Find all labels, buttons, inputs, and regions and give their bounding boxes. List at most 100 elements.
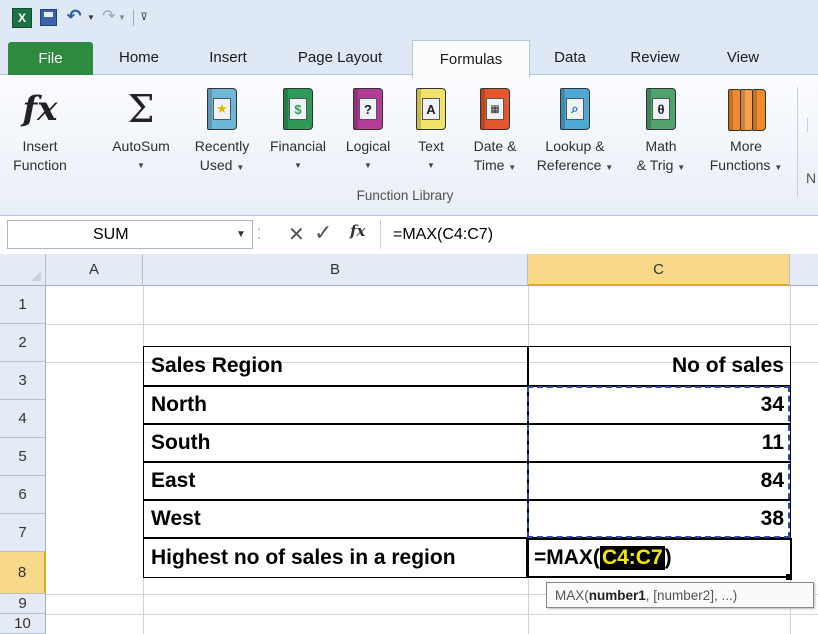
recently-used-button[interactable]: ★ Recently Used ▼	[186, 75, 258, 177]
undo-dropdown-icon[interactable]: ▼	[86, 10, 96, 24]
group-separator	[797, 87, 798, 197]
column-header-a[interactable]: A	[46, 254, 143, 286]
magnifier-book-icon: ⌕	[555, 81, 595, 137]
fx-icon: fx	[22, 89, 58, 129]
tab-insert[interactable]: Insert	[188, 40, 268, 74]
select-all-button[interactable]	[0, 254, 46, 286]
button-label: Used ▼	[199, 157, 245, 173]
insert-function-icon[interactable]: fx	[350, 222, 365, 240]
cell-b8[interactable]: Highest no of sales in a region	[143, 538, 528, 578]
row-header-8[interactable]: 8	[0, 552, 46, 594]
customize-toolbar-icon[interactable]: ⊽	[138, 10, 150, 24]
books-icon	[726, 81, 766, 137]
gridline	[46, 324, 818, 325]
tab-page-layout[interactable]: Page Layout	[280, 40, 400, 74]
reference-range-highlight	[527, 386, 790, 538]
cancel-icon[interactable]: ✕	[288, 222, 305, 247]
tooltip-rest: , [number2], ...)	[645, 587, 738, 603]
redo-icon[interactable]: ↷	[100, 4, 118, 28]
name-box-value: SUM	[93, 225, 129, 243]
tab-formulas[interactable]: Formulas	[412, 40, 530, 78]
function-argument-tooltip: MAX(number1, [number2], ...)	[546, 582, 814, 608]
gridline	[46, 614, 818, 615]
row-header-10[interactable]: 10	[0, 614, 46, 634]
date-time-button[interactable]: ▦ Date & Time ▼	[464, 75, 526, 177]
active-cell-outline	[526, 538, 792, 578]
button-label: Recently	[194, 138, 250, 154]
tab-view[interactable]: View	[708, 40, 778, 74]
cell-b6[interactable]: East	[143, 462, 528, 499]
button-label: Function	[13, 157, 67, 173]
financial-book-icon: $	[278, 81, 318, 137]
row-header-5[interactable]: 5	[0, 438, 46, 476]
formula-input[interactable]: =MAX(C4:C7)	[380, 220, 814, 249]
logical-button[interactable]: ? Logical ▼	[338, 75, 398, 175]
column-header-d[interactable]	[790, 254, 818, 286]
cell-c3[interactable]: No of sales	[528, 347, 790, 385]
button-label: Logical	[345, 138, 391, 154]
insert-function-button[interactable]: fx Insert Function	[10, 75, 70, 175]
formula-bar: SUM ▼ ⁚ ✕ ✓ fx =MAX(C4:C7)	[0, 216, 818, 255]
row-header-6[interactable]: 6	[0, 476, 46, 514]
formulas-ribbon: fx Insert Function Σ AutoSum ▼ ★ Recentl…	[0, 75, 818, 216]
undo-icon[interactable]: ↶	[62, 4, 86, 28]
question-book-icon: ?	[348, 81, 388, 137]
cell-b5[interactable]: South	[143, 424, 528, 461]
chevron-down-icon: ▼	[294, 161, 302, 170]
cell-b4[interactable]: North	[143, 386, 528, 423]
chevron-down-icon: ▼	[137, 161, 145, 170]
row-header-4[interactable]: 4	[0, 400, 46, 438]
button-label: Lookup &	[545, 138, 605, 154]
button-label: Math	[645, 138, 677, 154]
button-label: AutoSum	[112, 138, 170, 154]
button-label: Functions ▼	[709, 157, 783, 173]
formula-bar-grip-icon[interactable]: ⁚	[257, 226, 265, 244]
toolbar-separator	[133, 10, 134, 26]
sigma-icon: Σ	[127, 87, 155, 131]
math-trig-button[interactable]: θ Math & Trig ▼	[626, 75, 696, 177]
next-group-label: N	[806, 170, 817, 186]
financial-button[interactable]: $ Financial ▼	[260, 75, 336, 175]
autosum-button[interactable]: Σ AutoSum ▼	[104, 75, 178, 175]
row-header-1[interactable]: 1	[0, 286, 46, 324]
quick-access-toolbar: X ↶ ▼ ↷ ▼ ⊽	[0, 0, 818, 38]
row-header-3[interactable]: 3	[0, 362, 46, 400]
lookup-reference-button[interactable]: ⌕ Lookup & Reference ▼	[528, 75, 622, 177]
save-icon[interactable]	[40, 9, 57, 26]
redo-dropdown-icon[interactable]: ▼	[117, 10, 127, 24]
button-label: Insert	[22, 138, 58, 154]
theta-book-icon: θ	[641, 81, 681, 137]
excel-logo-icon[interactable]: X	[12, 8, 32, 28]
button-label: Time ▼	[473, 157, 517, 173]
enter-check-icon[interactable]: ✓	[314, 220, 332, 246]
button-label: Text	[418, 138, 444, 154]
button-label: Date &	[473, 138, 517, 154]
chevron-down-icon[interactable]: ▼	[236, 229, 246, 240]
button-label: Financial	[269, 138, 327, 154]
tab-file[interactable]: File	[8, 42, 93, 75]
chevron-down-icon: ▼	[364, 161, 372, 170]
cell-b3[interactable]: Sales Region	[143, 347, 528, 385]
tooltip-function: MAX(	[555, 587, 589, 603]
row-header-2[interactable]: 2	[0, 324, 46, 362]
more-functions-button[interactable]: More Functions ▼	[698, 75, 794, 177]
column-header-c[interactable]: C	[528, 254, 790, 286]
button-label: More	[730, 138, 762, 154]
fill-handle[interactable]	[786, 574, 792, 580]
row-header-9[interactable]: 9	[0, 594, 46, 614]
tab-home[interactable]: Home	[105, 40, 173, 74]
chevron-down-icon: ▼	[427, 161, 435, 170]
tab-data[interactable]: Data	[540, 40, 600, 74]
calendar-book-icon: ▦	[475, 81, 515, 137]
cell-b7[interactable]: West	[143, 500, 528, 537]
text-book-icon: A	[411, 81, 451, 137]
button-label: Reference ▼	[536, 157, 614, 173]
name-box[interactable]: SUM ▼	[7, 220, 253, 249]
ribbon-tabs: File Home Insert Page Layout Formulas Da…	[0, 38, 818, 78]
row-header-7[interactable]: 7	[0, 514, 46, 552]
tab-review[interactable]: Review	[614, 40, 696, 74]
text-button[interactable]: A Text ▼	[408, 75, 454, 175]
button-label: & Trig ▼	[636, 157, 686, 173]
column-header-b[interactable]: B	[143, 254, 528, 286]
function-library-group-label: Function Library	[356, 188, 454, 203]
